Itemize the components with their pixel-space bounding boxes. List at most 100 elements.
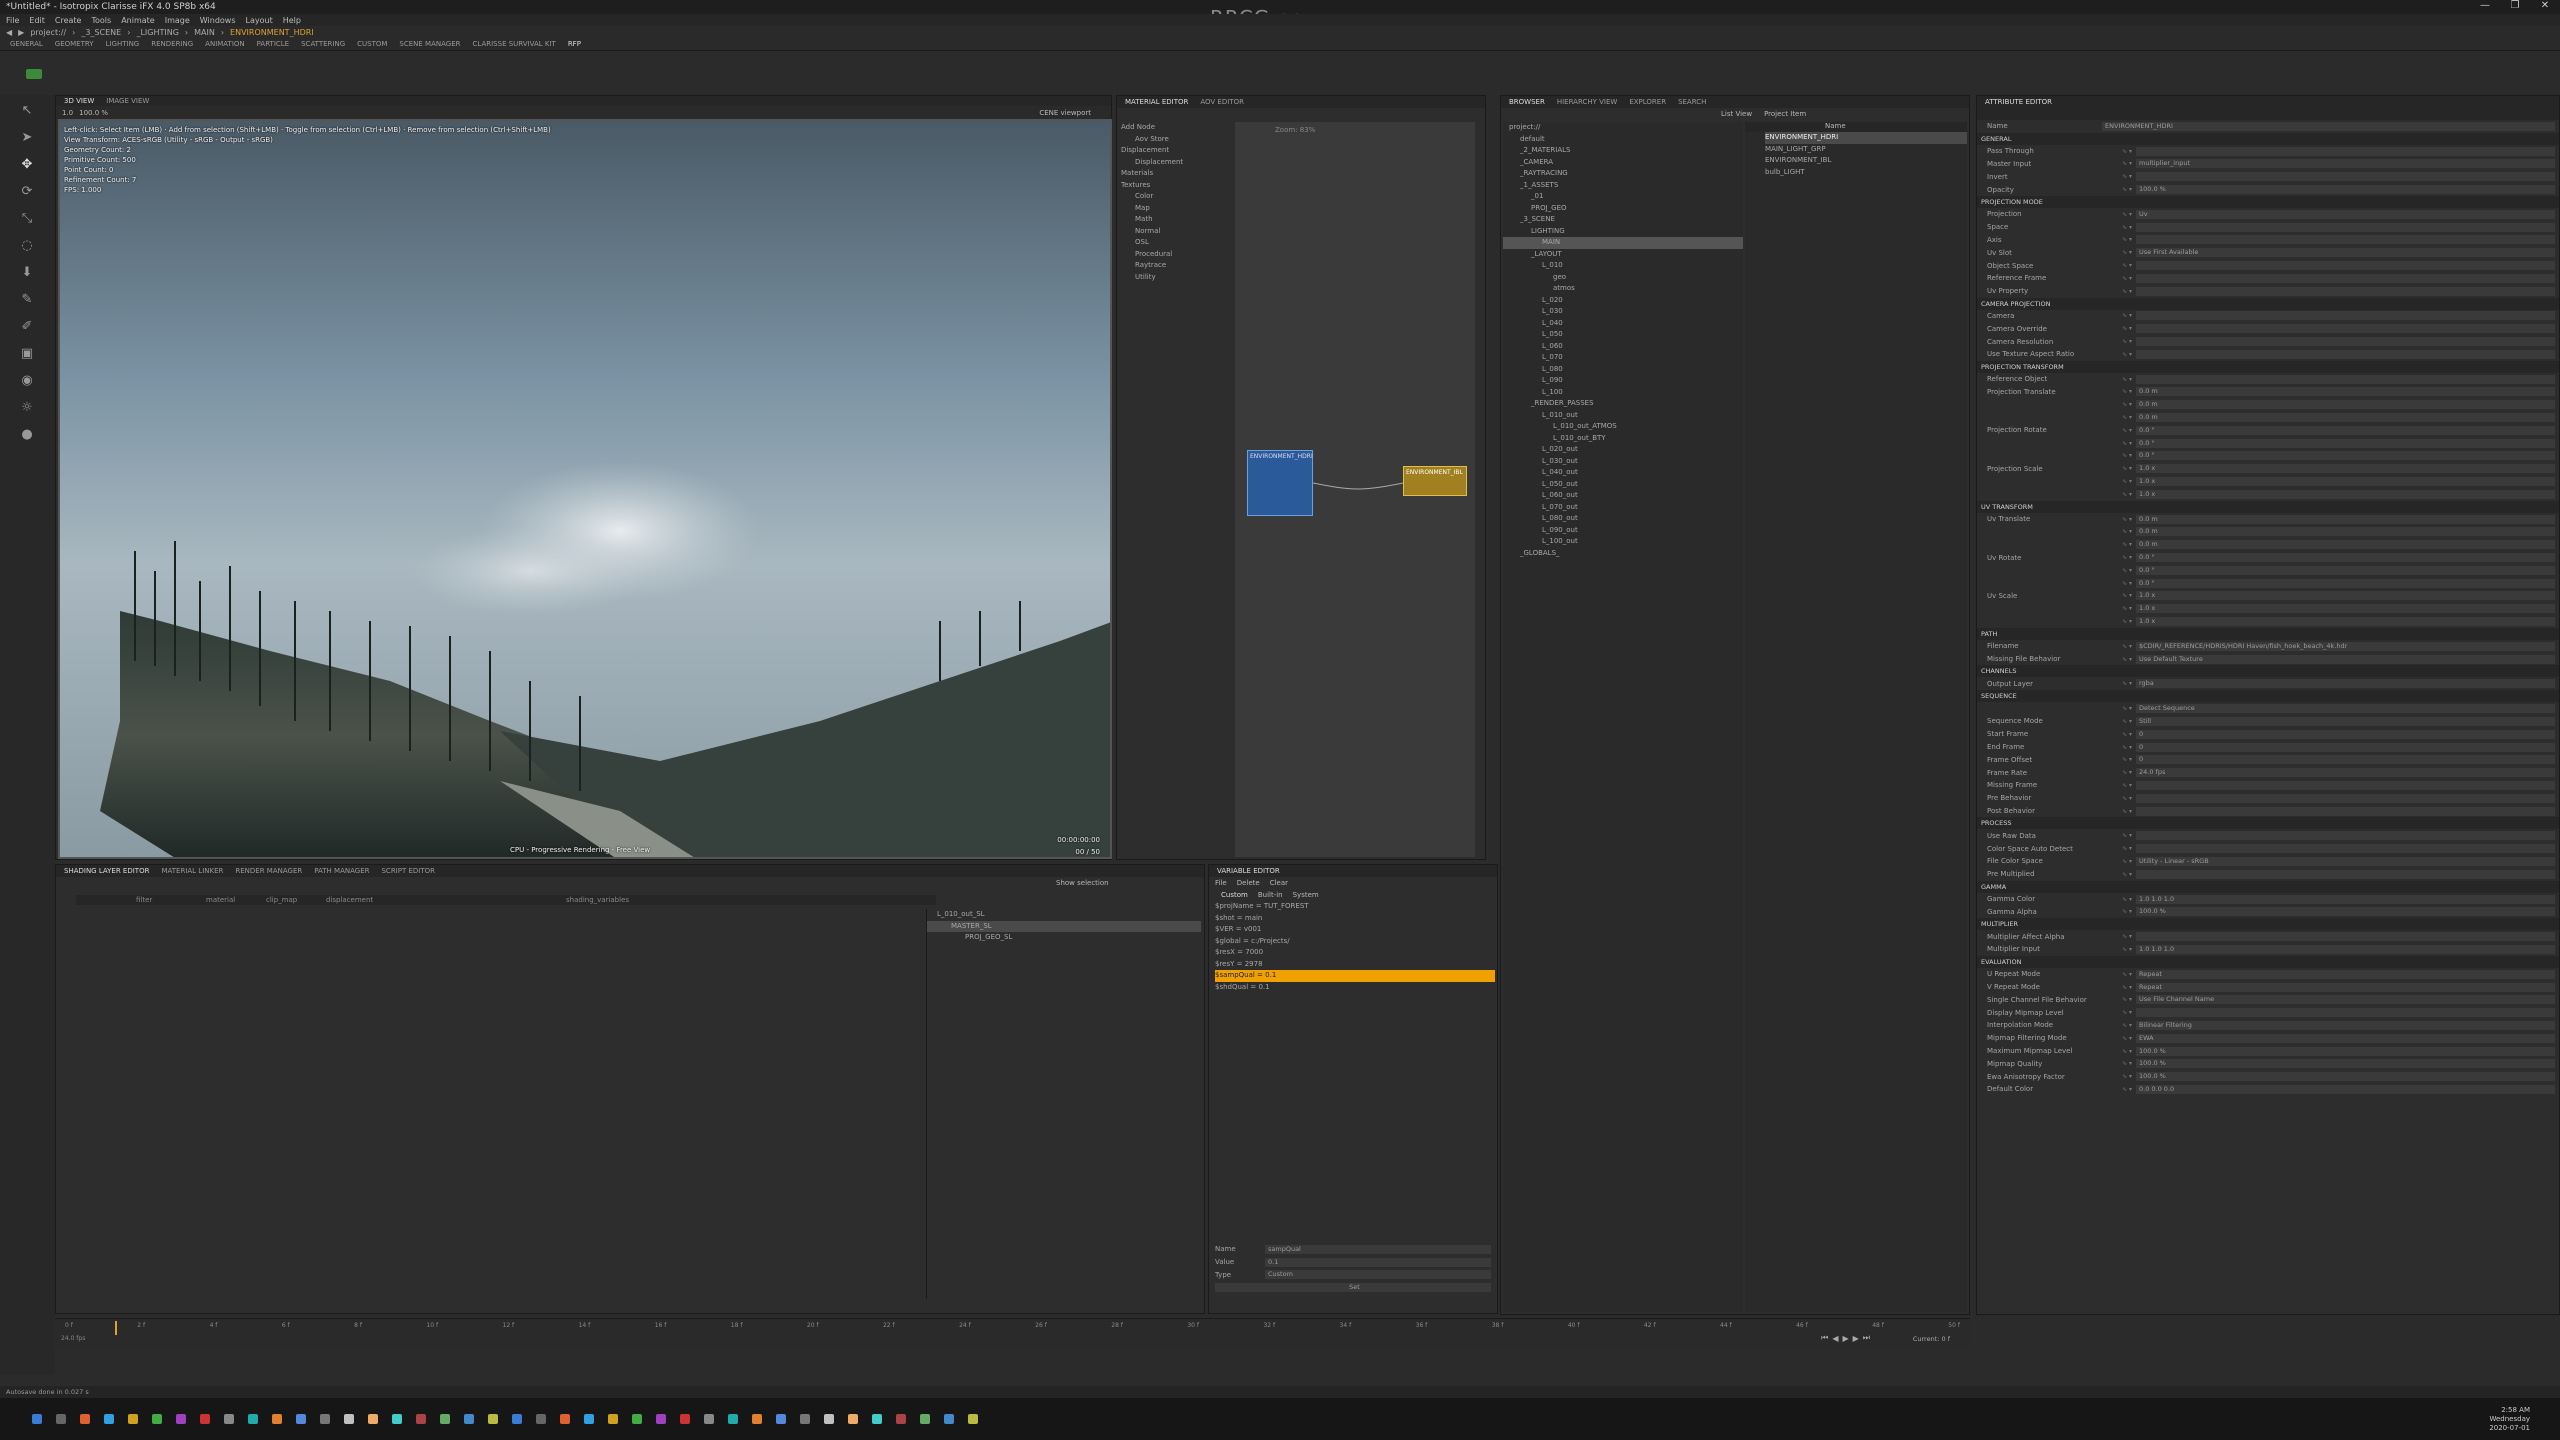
timeline[interactable]: 0 f 2 f 4 f 6 f 8 f 10 f 12 f 14 f 16 f 18 f 20 f 2… <box>55 1318 1970 1348</box>
keyframe-icon[interactable]: ∿ ▾ <box>2102 325 2136 332</box>
node-lib-item[interactable]: Procedural <box>1121 249 1231 261</box>
tree-item[interactable]: L_100_out <box>1503 536 1743 548</box>
variable-item[interactable]: $shdQual = 0.1 <box>1215 982 1495 994</box>
keyframe-icon[interactable]: ∿ ▾ <box>2102 567 2136 574</box>
keyframe-icon[interactable]: ∿ ▾ <box>2102 173 2136 180</box>
show-selection-toggle[interactable]: Show selection <box>1056 879 1109 887</box>
keyframe-icon[interactable]: ∿ ▾ <box>2102 491 2136 498</box>
var-tab-builtin[interactable]: Built-in <box>1258 891 1283 899</box>
attr-value-field[interactable]: EWA <box>2136 1033 2555 1043</box>
attr-value-field[interactable]: rgba <box>2136 679 2555 689</box>
keyframe-icon[interactable]: ∿ ▾ <box>2102 680 2136 687</box>
variable-item[interactable]: $global = c:/Projects/ <box>1215 936 1495 948</box>
keyframe-icon[interactable]: ∿ ▾ <box>2102 376 2136 383</box>
taskbar-app-icon[interactable] <box>776 1414 786 1424</box>
keyframe-icon[interactable]: ∿ ▾ <box>2102 351 2136 358</box>
rotate-icon[interactable]: ⟳ <box>16 181 38 203</box>
breadcrumb-0[interactable]: project:// <box>30 28 66 37</box>
attr-value-field[interactable]: 0 <box>2136 755 2555 765</box>
keyframe-icon[interactable]: ∿ ▾ <box>2102 440 2136 447</box>
taskbar-app-icon[interactable] <box>80 1414 90 1424</box>
shelf-tab-general[interactable]: GENERAL <box>10 40 43 48</box>
tree-item[interactable]: L_030 <box>1503 306 1743 318</box>
keyframe-icon[interactable]: ∿ ▾ <box>2102 705 2136 712</box>
tree-item[interactable]: L_030_out <box>1503 456 1743 468</box>
attr-value-field[interactable] <box>2136 222 2555 232</box>
attr-section-header[interactable]: UV TRANSFORM <box>1977 500 2559 513</box>
tree-item[interactable]: _1_ASSETS <box>1503 180 1743 192</box>
attr-value-field[interactable]: 0.0 m <box>2136 514 2555 524</box>
tree-item[interactable]: L_080 <box>1503 364 1743 376</box>
attr-value-field[interactable]: 0.0 ° <box>2136 438 2555 448</box>
node-lib-item[interactable]: Displacement <box>1121 145 1231 157</box>
tree-item[interactable]: _LAYOUT <box>1503 249 1743 261</box>
keyframe-icon[interactable]: ∿ ▾ <box>2102 541 2136 548</box>
keyframe-icon[interactable]: ∿ ▾ <box>2102 845 2136 852</box>
attr-value-field[interactable]: 0.0 ° <box>2136 425 2555 435</box>
tree-item[interactable]: _RAYTRACING <box>1503 168 1743 180</box>
keyframe-icon[interactable]: ∿ ▾ <box>2102 580 2136 587</box>
tree-item[interactable]: L_010_out_SL <box>927 909 1201 921</box>
taskbar-app-icon[interactable] <box>152 1414 162 1424</box>
tree-item[interactable]: geo <box>1503 272 1743 284</box>
color-swatch-icon[interactable]: ● <box>16 424 38 446</box>
shelf-tab-lighting[interactable]: LIGHTING <box>106 40 140 48</box>
attr-value-field[interactable]: 0.0 m <box>2136 387 2555 397</box>
taskbar-app-icon[interactable] <box>32 1414 42 1424</box>
attr-value-field[interactable]: 100.0 % <box>2136 1046 2555 1056</box>
keyframe-icon[interactable]: ∿ ▾ <box>2102 1048 2136 1055</box>
taskbar-app-icon[interactable] <box>536 1414 546 1424</box>
taskbar-app-icon[interactable] <box>368 1414 378 1424</box>
attr-value-field[interactable]: 1.0 x <box>2136 477 2555 487</box>
breadcrumb-1[interactable]: _3_SCENE <box>81 28 121 37</box>
taskbar-app-icon[interactable] <box>320 1414 330 1424</box>
camera-icon[interactable]: ◉ <box>16 370 38 392</box>
tab-explorer[interactable]: EXPLORER <box>1629 98 1666 106</box>
list-item[interactable]: bulb_LIGHT <box>1765 167 1967 179</box>
tree-item[interactable]: atmos <box>1503 283 1743 295</box>
tab-3d-view[interactable]: 3D VIEW <box>64 97 94 105</box>
shelf-tab-animation[interactable]: ANIMATION <box>205 40 244 48</box>
view-mode-select[interactable]: List View <box>1721 110 1752 118</box>
attr-value-field[interactable]: 0.0 0.0 0.0 <box>2136 1084 2555 1094</box>
node-graph[interactable]: Zoom: 83% ENVIRONMENT_HDRI ENVIRONMENT_I… <box>1235 122 1475 857</box>
keyframe-icon[interactable]: ∿ ▾ <box>2102 427 2136 434</box>
node-lib-item[interactable]: Color <box>1121 191 1231 203</box>
node-lib-item[interactable]: Textures <box>1121 180 1231 192</box>
keyframe-icon[interactable]: ∿ ▾ <box>2102 262 2136 269</box>
taskbar-app-icon[interactable] <box>224 1414 234 1424</box>
tab-attribute-editor[interactable]: ATTRIBUTE EDITOR <box>1985 98 2052 106</box>
menu-file[interactable]: File <box>6 16 19 25</box>
attr-value-field[interactable]: Utility - Linear - sRGB <box>2136 856 2555 866</box>
keyframe-icon[interactable]: ∿ ▾ <box>2102 1086 2136 1093</box>
shelf-tab-scene-manager[interactable]: SCENE MANAGER <box>399 40 460 48</box>
menu-create[interactable]: Create <box>55 16 82 25</box>
tree-item[interactable]: L_060 <box>1503 341 1743 353</box>
attr-value-field[interactable] <box>2136 324 2555 334</box>
attr-value-field[interactable]: 1.0 x <box>2136 604 2555 614</box>
var-set-button[interactable]: Set <box>1215 1283 1491 1293</box>
tree-item[interactable]: LIGHTING <box>1503 226 1743 238</box>
taskbar-app-icon[interactable] <box>344 1414 354 1424</box>
attr-value-field[interactable]: 100.0 % <box>2136 1059 2555 1069</box>
pointer-icon[interactable]: ➤ <box>16 127 38 149</box>
keyframe-icon[interactable]: ∿ ▾ <box>2102 984 2136 991</box>
attr-value-field[interactable] <box>2136 844 2555 854</box>
keyframe-icon[interactable]: ∿ ▾ <box>2102 971 2136 978</box>
keyframe-icon[interactable]: ∿ ▾ <box>2102 312 2136 319</box>
project-item-filter[interactable]: Project Item <box>1764 110 1806 118</box>
frame-icon[interactable]: ▣ <box>16 343 38 365</box>
var-value-input[interactable]: 0.1 <box>1265 1257 1491 1267</box>
node-lib-item[interactable]: OSL <box>1121 237 1231 249</box>
place-icon[interactable]: ⬇ <box>16 262 38 284</box>
keyframe-icon[interactable]: ∿ ▾ <box>2102 605 2136 612</box>
tree-item[interactable]: _CAMERA <box>1503 157 1743 169</box>
var-menu-file[interactable]: File <box>1215 879 1227 887</box>
tree-item[interactable]: PROJ_GEO <box>1503 203 1743 215</box>
keyframe-icon[interactable]: ∿ ▾ <box>2102 148 2136 155</box>
tree-item[interactable]: L_020_out <box>1503 444 1743 456</box>
move-icon[interactable]: ✥ <box>16 154 38 176</box>
viewport-fov[interactable]: 1.0 <box>62 109 73 117</box>
attr-value-field[interactable] <box>2136 146 2555 156</box>
list-item[interactable]: ENVIRONMENT_HDRI <box>1765 132 1967 144</box>
